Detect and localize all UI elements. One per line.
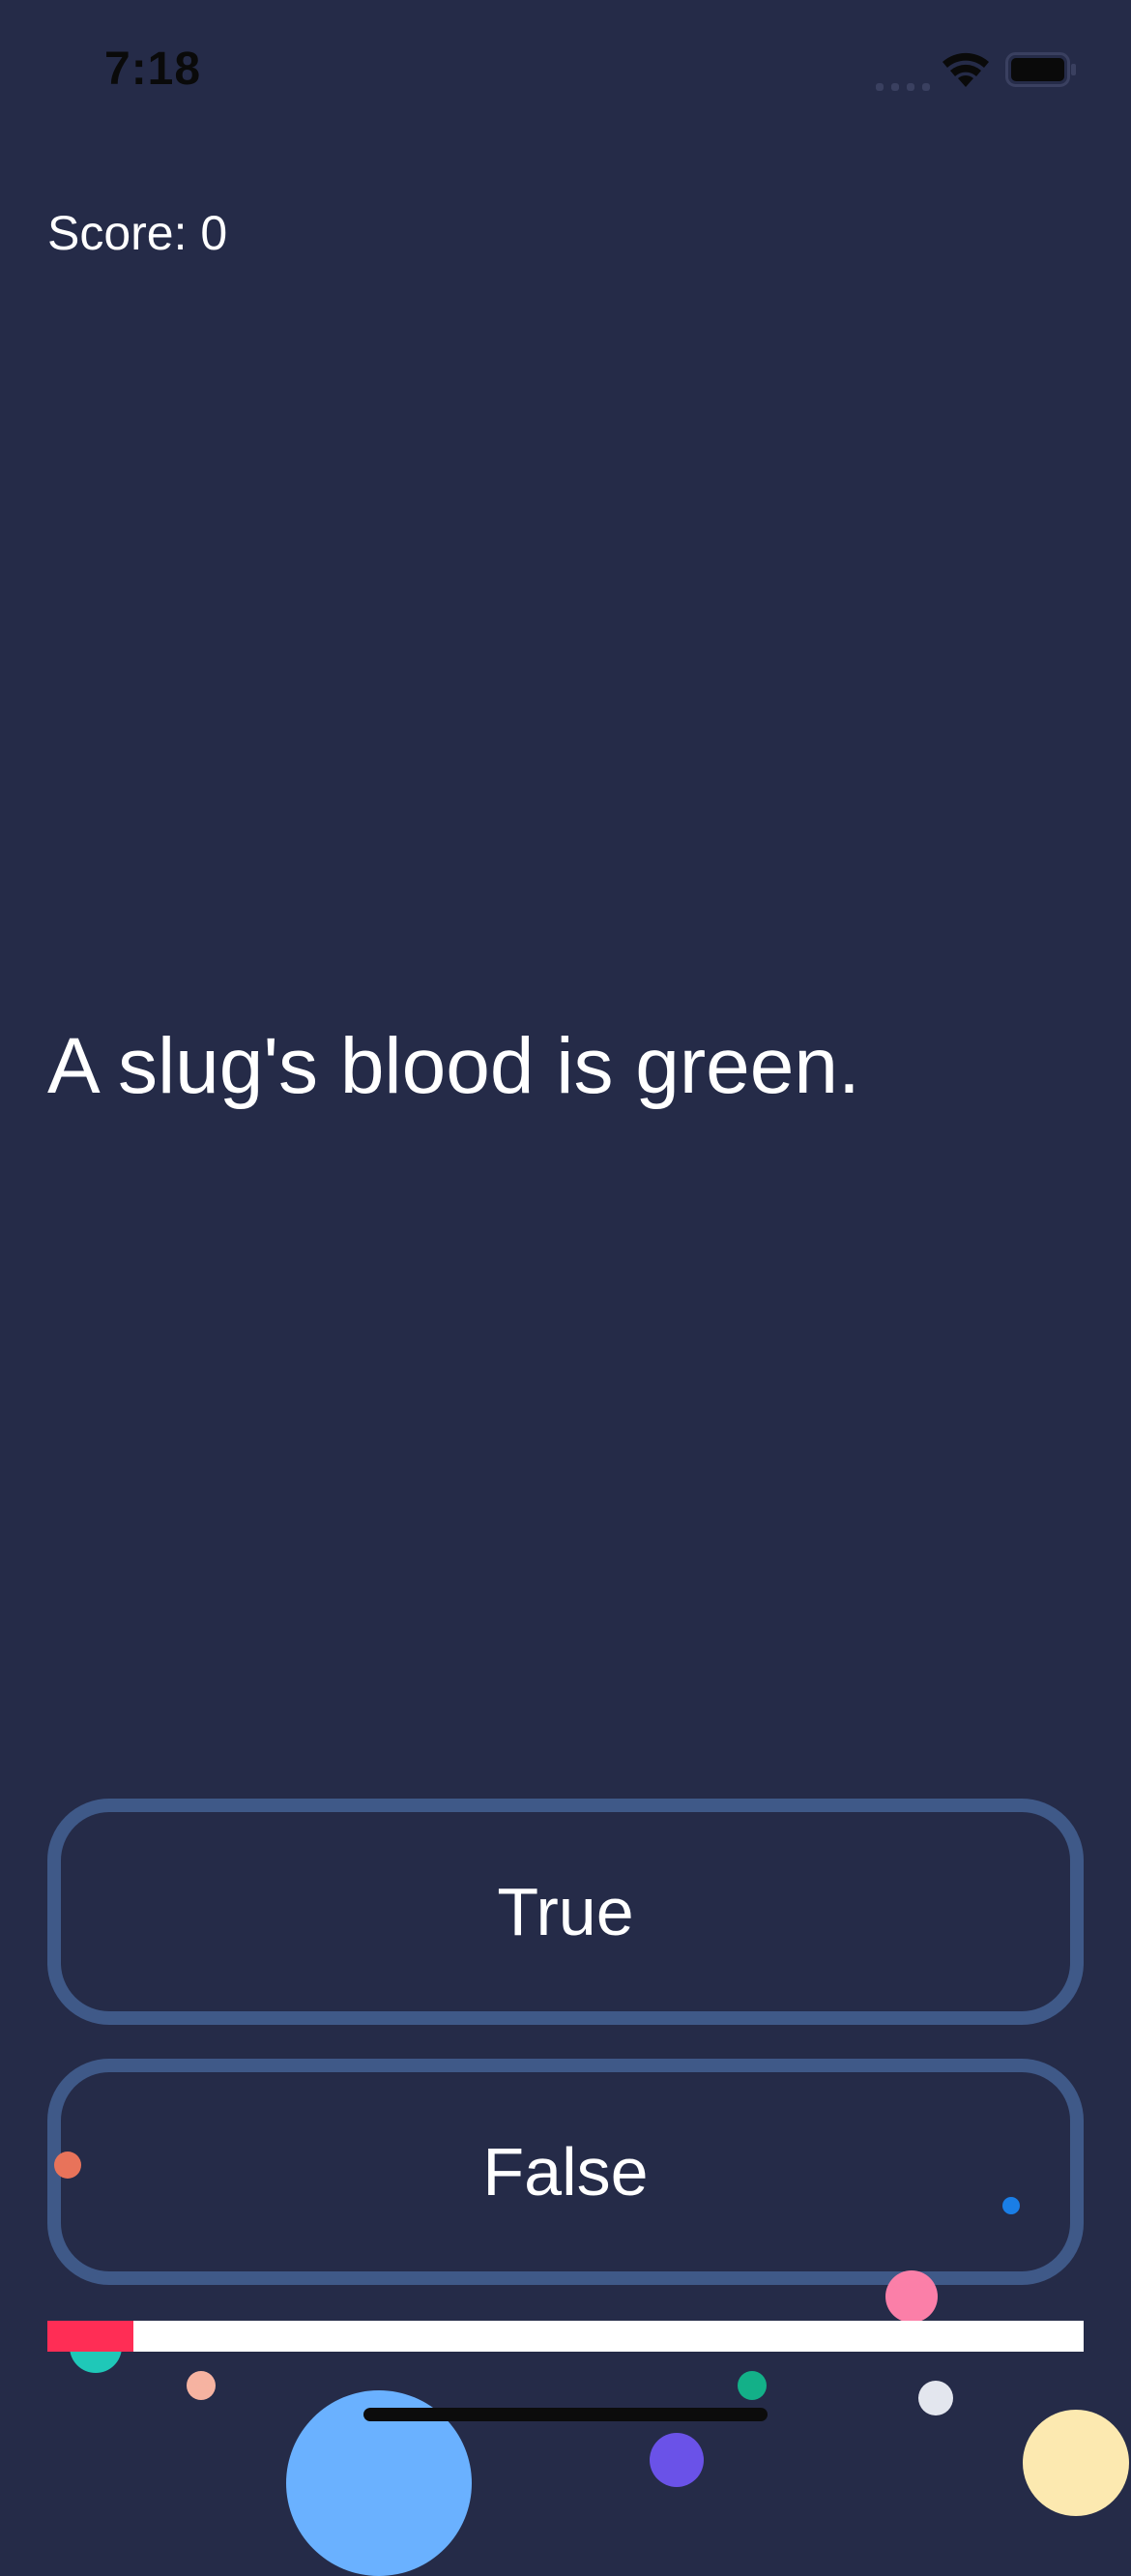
true-button[interactable]: True bbox=[47, 1799, 1084, 2025]
progress-bar bbox=[47, 2321, 1084, 2352]
wifi-icon bbox=[942, 52, 989, 87]
confetti-particle bbox=[738, 2371, 767, 2400]
confetti-particle bbox=[187, 2371, 216, 2400]
confetti-particle bbox=[1002, 2197, 1020, 2214]
status-time: 7:18 bbox=[104, 44, 202, 95]
question-text: A slug's blood is green. bbox=[47, 1022, 860, 1110]
confetti-particle bbox=[918, 2381, 953, 2415]
status-bar: 7:18 bbox=[0, 0, 1131, 145]
confetti-particle bbox=[885, 2270, 938, 2323]
progress-bar-fill bbox=[47, 2321, 133, 2352]
confetti-particle bbox=[650, 2433, 704, 2487]
confetti-particle bbox=[54, 2152, 81, 2179]
confetti-particle bbox=[1023, 2410, 1129, 2516]
false-button[interactable]: False bbox=[47, 2059, 1084, 2285]
battery-icon bbox=[1005, 52, 1076, 87]
score-label: Score: 0 bbox=[47, 206, 228, 260]
cellular-signal-icon bbox=[876, 83, 930, 91]
home-indicator bbox=[363, 2408, 768, 2421]
